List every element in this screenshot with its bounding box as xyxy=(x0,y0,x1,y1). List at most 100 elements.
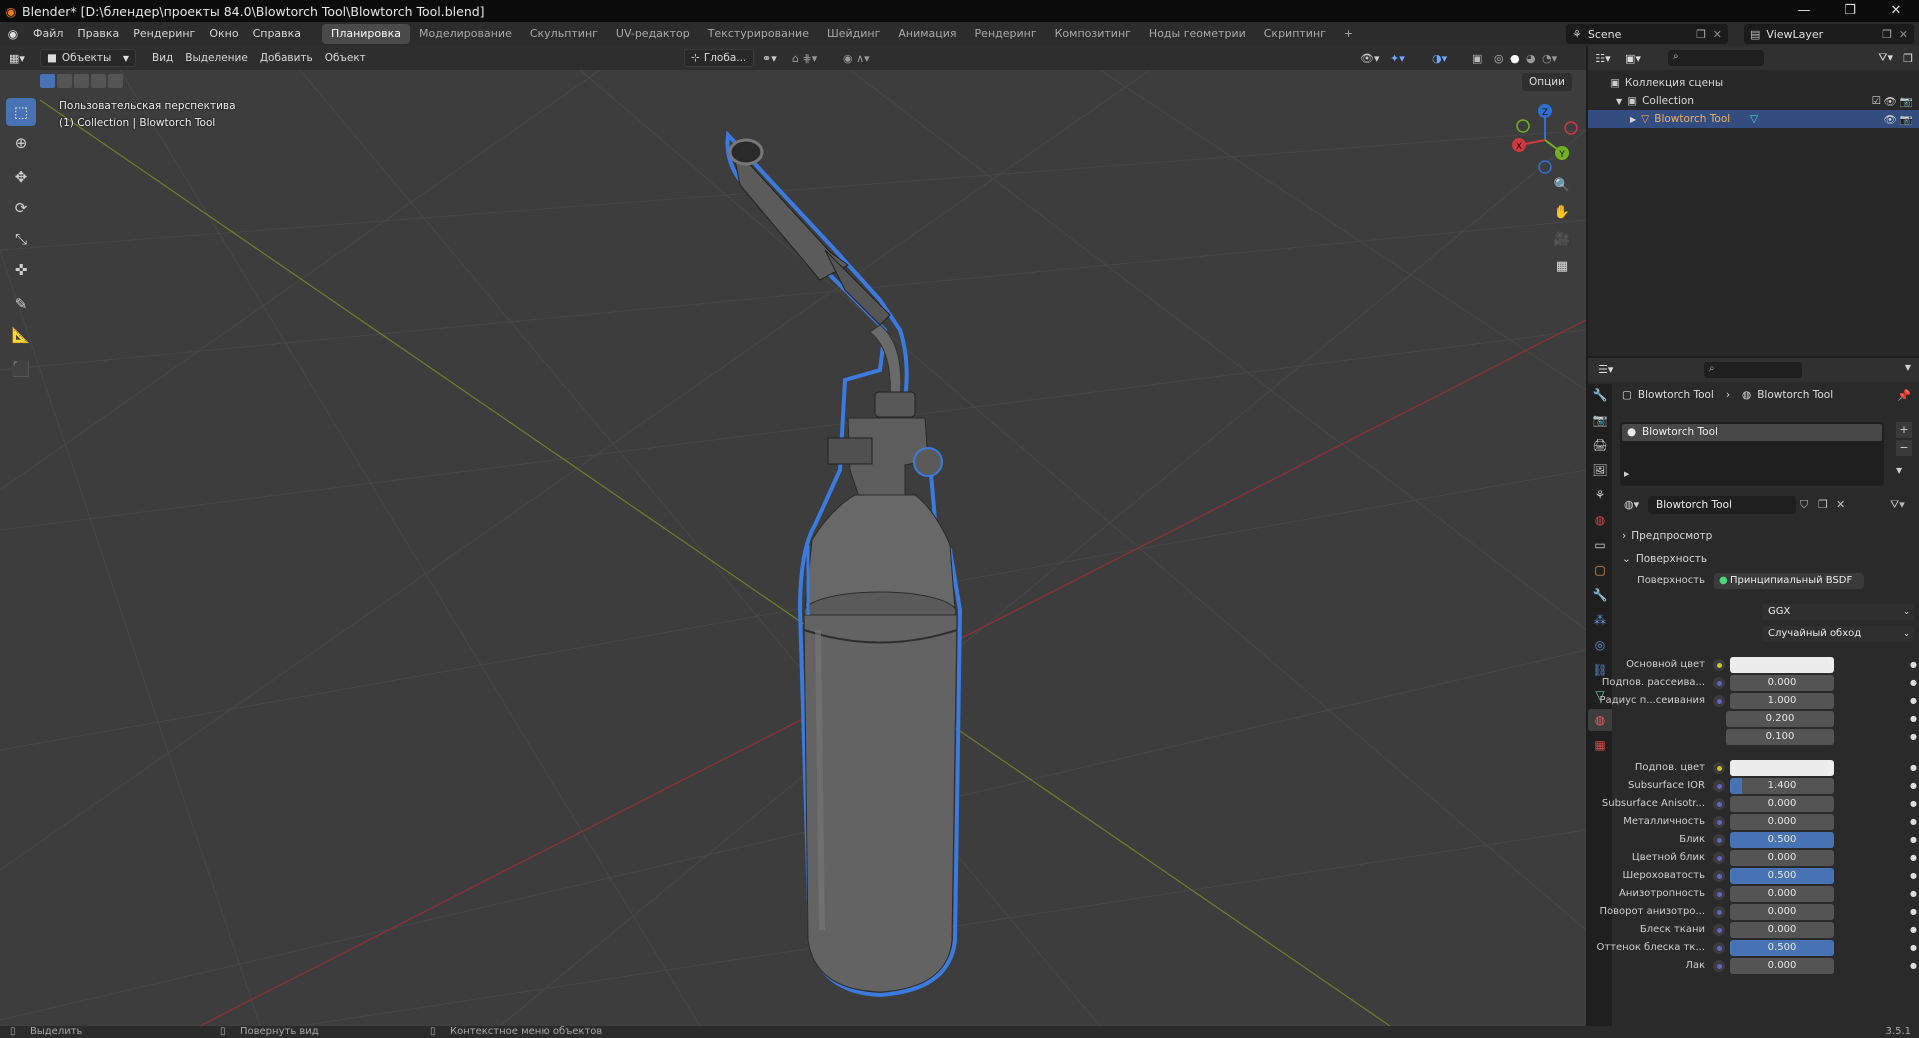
keyframe-icon[interactable]: ● xyxy=(1910,778,1917,794)
value-slider[interactable]: 0.100 xyxy=(1726,729,1834,745)
menu-item-4[interactable]: Справка xyxy=(246,22,308,46)
value-slider[interactable]: 0.000 xyxy=(1730,958,1834,974)
keyframe-icon[interactable]: ● xyxy=(1910,796,1917,812)
output-tab-icon[interactable]: 🖨 xyxy=(1588,434,1612,456)
shading-wireframe-icon[interactable]: ◎ xyxy=(1494,52,1504,65)
view-layer-selector[interactable]: ▤ ViewLayer ❐ ✕ xyxy=(1744,24,1914,44)
socket-link-icon[interactable] xyxy=(1713,798,1725,810)
outliner-collection[interactable]: ▼ ▣ Collection ☑ 👁 📷 xyxy=(1588,92,1919,110)
keyframe-icon[interactable]: ● xyxy=(1910,958,1917,974)
surface-panel-header[interactable]: ⌄ Поверхность xyxy=(1622,553,1707,565)
value-slider[interactable]: 1.000 xyxy=(1730,693,1834,709)
new-collection-icon[interactable]: ❐ xyxy=(1903,52,1913,65)
value-slider[interactable]: 1.400 xyxy=(1730,778,1834,794)
scene-tab-icon[interactable]: ⚘ xyxy=(1588,484,1612,506)
fake-user-icon[interactable]: ⛉ xyxy=(1800,498,1808,512)
particles-tab-icon[interactable]: ⁂ xyxy=(1588,609,1612,631)
scene-new-icon[interactable]: ❐ xyxy=(1696,28,1706,41)
unlink-material-icon[interactable]: ✕ xyxy=(1836,498,1845,511)
keyframe-icon[interactable]: ● xyxy=(1910,940,1917,956)
select-extend-icon[interactable] xyxy=(57,74,72,88)
camera-view-icon[interactable]: 🎥 xyxy=(1550,227,1574,251)
3d-viewport[interactable]: ⬚ ⊕ ✥ ⟳ ⤡ ✜ ✎ 📐 ⬛ Опции Пользовательская… xyxy=(0,70,1586,1026)
editor-type-icon[interactable]: ▦▾ xyxy=(0,52,34,65)
add-cube-tool-icon[interactable]: ⬛ xyxy=(6,355,36,383)
world-tab-icon[interactable]: ◍ xyxy=(1588,509,1612,531)
shading-rendered-icon[interactable]: ◔▾ xyxy=(1542,52,1557,65)
keyframe-icon[interactable]: ● xyxy=(1910,711,1917,727)
viewport-menu-3[interactable]: Объект xyxy=(319,52,372,64)
texture-tab-icon[interactable]: ▦ xyxy=(1588,734,1612,756)
material-slots-list[interactable]: ● Blowtorch Tool ▶ xyxy=(1620,422,1884,486)
pivot-icon[interactable]: ⚭▾ xyxy=(762,52,777,65)
mesh-data-icon[interactable]: ▽ xyxy=(1750,113,1758,125)
select-invert-icon[interactable] xyxy=(91,74,106,88)
viewport-menu-2[interactable]: Добавить xyxy=(254,52,319,64)
expand-arrow-icon[interactable]: ▶ xyxy=(1624,470,1629,478)
transform-tool-icon[interactable]: ✜ xyxy=(6,256,36,284)
ortho-grid-icon[interactable]: ▦ xyxy=(1550,254,1574,278)
socket-link-icon[interactable] xyxy=(1713,659,1725,671)
camera-icon[interactable]: 📷 xyxy=(1900,113,1913,126)
distribution-dropdown[interactable]: GGX ⌄ xyxy=(1762,604,1914,620)
viewport-menu-1[interactable]: Выделение xyxy=(179,52,254,64)
socket-link-icon[interactable] xyxy=(1713,762,1725,774)
keyframe-icon[interactable]: ● xyxy=(1910,729,1917,745)
cursor-tool-icon[interactable]: ⊕ xyxy=(6,129,36,157)
options-button[interactable]: Опции xyxy=(1522,73,1572,91)
slot-specials-icon[interactable]: ▼ xyxy=(1896,466,1902,475)
node-link-icon[interactable]: ⛛▾ xyxy=(1890,498,1905,512)
duplicate-material-icon[interactable]: ❐ xyxy=(1818,498,1828,511)
expand-arrow-icon[interactable]: ▶ xyxy=(1630,115,1636,124)
outliner-object-row[interactable]: ▶ ▽ Blowtorch Tool ▽ 👁 📷 xyxy=(1588,110,1919,128)
value-slider[interactable]: 0.500 xyxy=(1730,832,1834,848)
display-mode-icon[interactable]: ▣▾ xyxy=(1618,52,1648,65)
keyframe-icon[interactable]: ● xyxy=(1910,886,1917,902)
shading-solid-icon[interactable]: ● xyxy=(1510,52,1520,65)
blender-menu-icon[interactable]: ◉ xyxy=(0,27,26,41)
socket-link-icon[interactable] xyxy=(1713,780,1725,792)
workspace-tab-0[interactable]: Планировка xyxy=(322,24,411,44)
camera-icon[interactable]: 📷 xyxy=(1900,95,1913,108)
workspace-tab-7[interactable]: Рендеринг xyxy=(966,24,1046,44)
subsurface-method-dropdown[interactable]: Случайный обход ⌄ xyxy=(1762,626,1914,642)
value-slider[interactable]: 0.000 xyxy=(1730,796,1834,812)
value-slider[interactable]: 0.000 xyxy=(1730,904,1834,920)
value-slider[interactable]: 0.200 xyxy=(1726,711,1834,727)
xray-icon[interactable]: ▣ xyxy=(1472,52,1482,65)
material-tab-icon[interactable]: ◍ xyxy=(1588,709,1612,731)
view-layer-remove-icon[interactable]: ✕ xyxy=(1899,28,1908,41)
socket-link-icon[interactable] xyxy=(1713,906,1725,918)
workspace-tab-1[interactable]: Моделирование xyxy=(410,24,521,44)
value-slider[interactable]: 0.000 xyxy=(1730,850,1834,866)
checkbox-icon[interactable]: ☑ xyxy=(1872,95,1881,107)
viewport-menu-0[interactable]: Вид xyxy=(146,52,179,64)
pin-icon[interactable]: 📌 xyxy=(1897,389,1911,402)
keyframe-icon[interactable]: ● xyxy=(1910,868,1917,884)
socket-link-icon[interactable] xyxy=(1713,677,1725,689)
physics-tab-icon[interactable]: ◎ xyxy=(1588,634,1612,656)
workspace-tab-11[interactable]: + xyxy=(1335,24,1362,44)
select-intersect-icon[interactable] xyxy=(108,74,123,88)
outliner-scene-collection[interactable]: ▣ Коллекция сцены xyxy=(1588,74,1919,92)
view-layer-tab-icon[interactable]: 🖼 xyxy=(1588,459,1612,481)
maximize-button[interactable]: ❐ xyxy=(1827,0,1873,22)
scene-remove-icon[interactable]: ✕ xyxy=(1713,28,1722,41)
workspace-tab-3[interactable]: UV-редактор xyxy=(607,24,699,44)
eye-icon[interactable]: 👁 xyxy=(1884,95,1897,108)
rotate-tool-icon[interactable]: ⟳ xyxy=(6,194,36,222)
select-new-icon[interactable] xyxy=(40,74,55,88)
socket-link-icon[interactable] xyxy=(1713,834,1725,846)
value-slider[interactable]: 0.500 xyxy=(1730,940,1834,956)
filter-icon[interactable]: ⛛▾ xyxy=(1878,51,1893,65)
workspace-tab-2[interactable]: Скульптинг xyxy=(521,24,607,44)
value-slider[interactable]: 0.000 xyxy=(1730,922,1834,938)
keyframe-icon[interactable]: ● xyxy=(1910,832,1917,848)
workspace-tab-6[interactable]: Анимация xyxy=(889,24,965,44)
minimize-button[interactable]: — xyxy=(1781,0,1827,22)
socket-link-icon[interactable] xyxy=(1713,888,1725,900)
move-tool-icon[interactable]: ✥ xyxy=(6,163,36,191)
close-button[interactable]: ✕ xyxy=(1873,0,1919,22)
orientation-dropdown[interactable]: ⊹ Глоба... xyxy=(684,49,754,67)
socket-link-icon[interactable] xyxy=(1713,816,1725,828)
